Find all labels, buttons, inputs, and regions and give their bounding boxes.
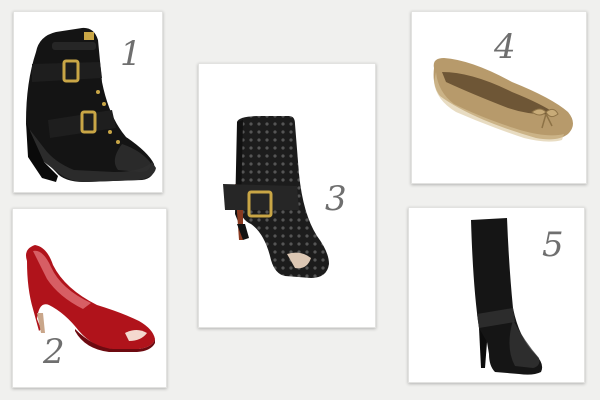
product-number: 1 (120, 34, 142, 74)
peep-toe-pump-icon (26, 245, 155, 352)
perforated-bootie-icon (223, 116, 329, 278)
product-card-4[interactable]: 4 (411, 11, 587, 184)
product-card-2[interactable]: 2 (12, 208, 167, 388)
product-card-3[interactable]: 3 (198, 63, 376, 328)
product-number: 3 (325, 179, 347, 219)
product-number: 4 (494, 27, 516, 67)
product-number: 5 (542, 225, 564, 265)
product-card-5[interactable]: 5 (408, 207, 585, 383)
product-card-1[interactable]: 1 (13, 11, 163, 193)
product-number: 2 (43, 332, 65, 372)
